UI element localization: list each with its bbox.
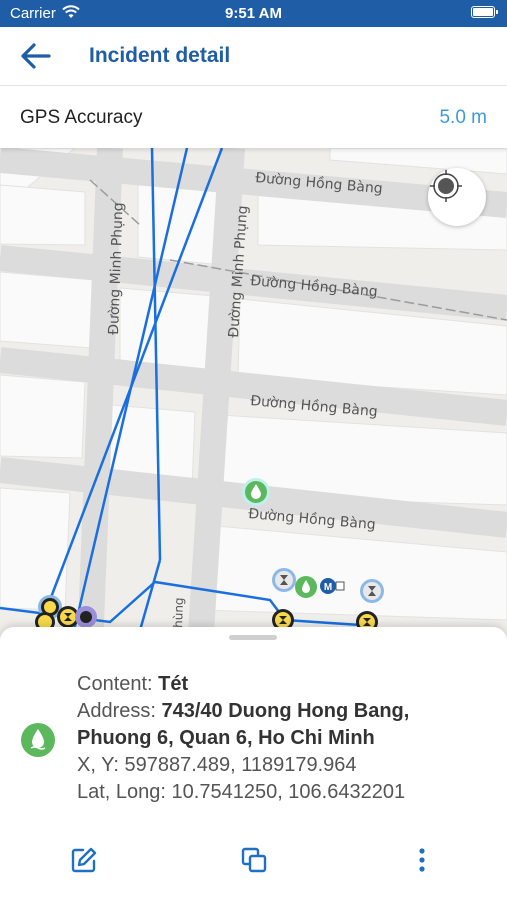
app-header: Incident detail: [0, 27, 507, 86]
address-row: Address: 743/40 Duong Hong Bang, Phuong …: [77, 698, 487, 752]
valve-marker[interactable]: [360, 579, 384, 603]
clock: 9:51 AM: [225, 5, 282, 22]
latlong-value: 10.7541250, 106.6432201: [171, 781, 406, 803]
page-title: Incident detail: [89, 44, 231, 67]
copy-icon: [241, 847, 267, 873]
edit-button[interactable]: [69, 845, 99, 875]
sheet-grabber[interactable]: [229, 635, 277, 640]
incident-marker[interactable]: [295, 576, 317, 598]
water-drop-icon: [21, 723, 55, 757]
arrow-left-icon: [21, 43, 51, 69]
street-label: hùng: [171, 597, 186, 628]
incident-details: Content: Tét Address: 743/40 Duong Hong …: [77, 671, 487, 806]
xy-label: X, Y:: [77, 754, 119, 776]
status-bar: Carrier 9:51 AM: [0, 0, 507, 27]
latlong-row: Lat, Long: 10.7541250, 106.6432201: [77, 779, 487, 806]
gps-accuracy-value: 5.0 m: [439, 107, 487, 128]
battery-icon: [471, 6, 498, 18]
copy-button[interactable]: [239, 845, 269, 875]
content-value: Tét: [158, 673, 189, 695]
address-label: Address:: [77, 700, 156, 722]
incident-bottom-sheet[interactable]: Content: Tét Address: 743/40 Duong Hong …: [0, 627, 507, 900]
xy-row: X, Y: 597887.489, 1189179.964: [77, 752, 487, 779]
content-row: Content: Tét: [77, 671, 487, 698]
gps-accuracy-label: GPS Accuracy: [20, 107, 143, 128]
map-view[interactable]: Đường Hồng Bàng Đường Hồng Bàng Đường Hồ…: [0, 148, 507, 648]
xy-value: 597887.489, 1189179.964: [124, 754, 357, 776]
map-canvas[interactable]: Đường Hồng Bàng Đường Hồng Bàng Đường Hồ…: [0, 148, 507, 648]
crosshair-icon: [430, 170, 462, 202]
latlong-label: Lat, Long:: [77, 781, 166, 803]
gps-accuracy-row: GPS Accuracy 5.0 m: [0, 86, 507, 148]
back-button[interactable]: [14, 36, 56, 76]
valve-marker[interactable]: [272, 568, 296, 592]
locate-me-button[interactable]: [428, 168, 486, 226]
more-button[interactable]: [407, 845, 437, 875]
incident-marker[interactable]: [242, 478, 270, 506]
valve-marker[interactable]: [75, 606, 97, 628]
edit-icon: [71, 847, 97, 873]
meter-marker-letter: M: [324, 582, 332, 593]
more-vertical-icon: [419, 848, 425, 872]
content-label: Content:: [77, 673, 153, 695]
